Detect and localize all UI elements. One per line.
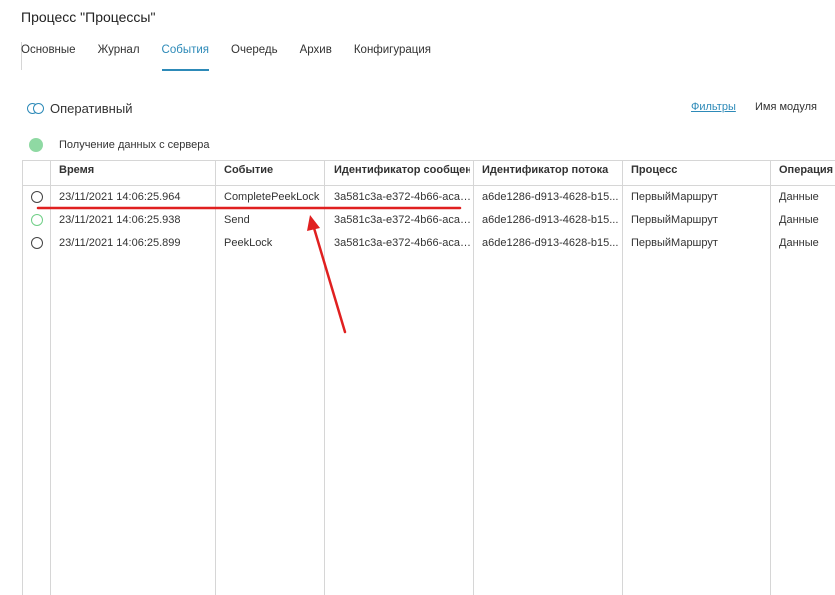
tab-bar: Основные Журнал События Очередь Архив Ко… [21,42,453,71]
tab-configuration[interactable]: Конфигурация [354,42,431,69]
cell-message-id: 3a581c3a-e372-4b66-acaa... [334,214,471,226]
mode-toggle[interactable]: Оперативный [27,101,132,116]
page-title: Процесс "Процессы" [21,9,156,25]
cell-message-id: 3a581c3a-e372-4b66-acaa... [334,191,471,203]
cell-message-id: 3a581c3a-e372-4b66-acaa... [334,237,471,249]
cell-process: ПервыйМаршрут [631,237,718,249]
cell-time: 23/11/2021 14:06:25.938 [59,214,181,226]
cell-event: Send [224,214,250,226]
server-status: Получение данных с сервера [29,138,209,152]
table-row[interactable]: 23/11/2021 14:06:25.899 PeekLock 3a581c3… [23,232,835,255]
tab-queue[interactable]: Очередь [231,42,278,69]
cell-operation: Данные [779,237,819,249]
cell-flow-id: a6de1286-d913-4628-b15... [482,237,619,249]
column-header-flow-id[interactable]: Идентификатор потока [482,161,618,185]
status-text: Получение данных с сервера [59,139,210,151]
row-select-radio[interactable] [31,237,43,249]
cell-flow-id: a6de1286-d913-4628-b15... [482,191,619,203]
tab-events[interactable]: События [161,42,210,71]
row-select-radio[interactable] [31,191,43,203]
tab-journal[interactable]: Журнал [98,42,140,69]
column-header-message-id[interactable]: Идентификатор сообщения [334,161,470,185]
cell-event: PeekLock [224,237,273,249]
row-select-radio[interactable] [31,214,43,226]
column-header-process[interactable]: Процесс [631,161,767,185]
cell-event: CompletePeekLock [224,191,320,203]
cell-operation: Данные [779,214,819,226]
status-dot-icon [29,138,43,152]
cell-time: 23/11/2021 14:06:25.964 [59,191,181,203]
cell-process: ПервыйМаршрут [631,214,718,226]
cell-flow-id: a6de1286-d913-4628-b15... [482,214,619,226]
events-table: Время Событие Идентификатор сообщения Ид… [22,160,835,595]
toggle-icon [27,103,44,114]
cell-operation: Данные [779,191,819,203]
module-name-button[interactable]: Имя модуля [755,101,817,113]
mode-label: Оперативный [50,101,133,116]
cell-process: ПервыйМаршрут [631,191,718,203]
tab-main[interactable]: Основные [21,42,76,69]
table-row[interactable]: 23/11/2021 14:06:25.964 CompletePeekLock… [23,186,835,209]
table-row[interactable]: 23/11/2021 14:06:25.938 Send 3a581c3a-e3… [23,209,835,232]
tab-archive[interactable]: Архив [300,42,332,69]
filters-link[interactable]: Фильтры [691,101,736,113]
column-header-operation[interactable]: Операция [779,161,835,185]
column-header-event[interactable]: Событие [224,161,320,185]
column-header-time[interactable]: Время [59,161,209,185]
cell-time: 23/11/2021 14:06:25.899 [59,237,181,249]
